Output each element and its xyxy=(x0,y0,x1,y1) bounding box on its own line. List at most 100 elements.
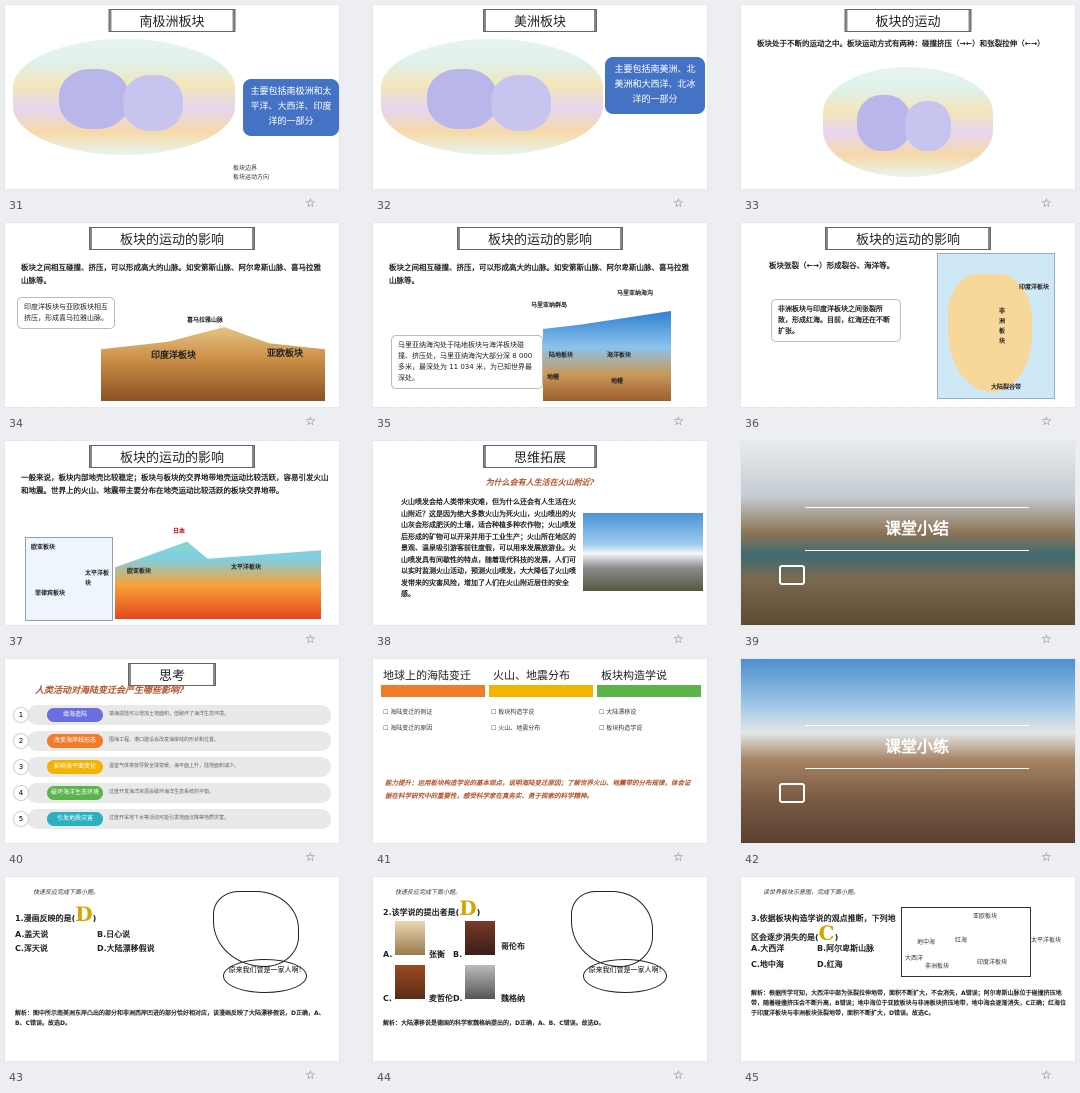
label-pacific-plate: 太平洋板块 xyxy=(1031,937,1062,944)
world-plate-map xyxy=(381,39,603,155)
star-icon[interactable]: ☆ xyxy=(673,414,684,428)
slide-32[interactable]: 美洲板块 主要包括南美洲、北美洲和大西洋、北冰洋的一部分 32 ☆ xyxy=(373,5,707,221)
option-d: D.红海 xyxy=(817,960,843,969)
slide-title: 板块的运动的影响 xyxy=(88,445,256,468)
list-item: ☐ 板块构造学说 xyxy=(491,709,535,716)
slide-31[interactable]: 南极洲板块 主要包括南极洲和太平洋、大西洋、印度洋的一部分 板块边界 板块运动方… xyxy=(5,5,339,221)
screen-icon xyxy=(779,565,805,585)
slide-35[interactable]: 板块的运动的影响 板块之间相互碰撞、挤压，可以形成高大的山脉。如安第斯山脉、阿尔… xyxy=(373,223,707,439)
option-d: D.大陆漂移假说 xyxy=(97,944,155,953)
star-icon[interactable]: ☆ xyxy=(673,850,684,864)
label-african-plate: 非洲板块 xyxy=(925,963,950,970)
letter-d: D. xyxy=(453,994,463,1003)
label-eurasian-plate-map: 欧亚板块 xyxy=(31,544,56,551)
label-japan: 日本 xyxy=(173,528,186,535)
himalaya-diagram xyxy=(101,327,325,401)
slide-45[interactable]: 读世界板块示意图，完成下面小题。 3.依据板块构造学说的观点推断，下列地区会逐步… xyxy=(741,877,1075,1093)
list-item: ☐ 海陆变迁的例证 xyxy=(383,709,433,716)
slide-43[interactable]: 快速反应完成下面小题。 1.漫画反映的是(D) A.盖天说 B.日心说 C.浑天… xyxy=(5,877,339,1093)
list-item: 4 破坏海洋生态环境 过度开发海洋资源会破坏海洋生态系统的平衡。 xyxy=(13,783,331,803)
slide-number: 40 xyxy=(9,853,23,866)
slide-number: 45 xyxy=(745,1071,759,1084)
section-banner: 课堂小结 xyxy=(805,507,1029,551)
slide-title: 思维拓展 xyxy=(482,445,598,468)
label-indian-plate: 印度洋板块 xyxy=(151,351,197,361)
label-eurasian-plate: 亚欧板块 xyxy=(973,913,998,920)
item-label: 填海造陆 xyxy=(47,708,103,722)
slide-33[interactable]: 板块的运动 板块处于不断的运动之中。板块运动方式有两种：碰撞挤压（→←）和张裂拉… xyxy=(741,5,1075,221)
label-mariana-trench: 马里亚纳海沟 xyxy=(617,290,654,297)
star-icon[interactable]: ☆ xyxy=(1041,632,1052,646)
slide-number: 41 xyxy=(377,853,391,866)
label-indian-plate: 印度洋板块 xyxy=(1019,284,1050,291)
slide-number: 36 xyxy=(745,417,759,430)
header-bar-1 xyxy=(381,685,485,697)
slide-38[interactable]: 思维拓展 为什么会有人生活在火山附近? 火山喷发会给人类带来灾难，但为什么还会有… xyxy=(373,441,707,657)
header-bar-3 xyxy=(597,685,701,697)
list-item: ☐ 海陆变迁的原因 xyxy=(383,725,433,732)
question: 3.依据板块构造学说的观点推断，下列地区会逐步消失的是(C) xyxy=(751,914,896,945)
section-banner: 课堂小练 xyxy=(805,725,1029,769)
label-himalaya: 喜马拉雅山脉 xyxy=(187,317,224,324)
star-icon[interactable]: ☆ xyxy=(673,196,684,210)
slide-44[interactable]: 快速反应完成下面小题。 2.该学说的提出者是(D) A. 张衡 B. 哥伦布 C… xyxy=(373,877,707,1093)
label-mariana-islands: 马里亚纳群岛 xyxy=(531,302,568,309)
list-item: ☐ 大陆漂移说 xyxy=(599,709,637,716)
item-number: 1 xyxy=(13,707,29,723)
slide-37[interactable]: 板块的运动的影响 一般来说，板块内部地壳比较稳定；板块与板块的交界地带地壳运动比… xyxy=(5,441,339,657)
slide-number: 34 xyxy=(9,417,23,430)
label-african-plate: 非洲板块 xyxy=(999,308,1006,345)
star-icon[interactable]: ☆ xyxy=(305,196,316,210)
slide-number: 37 xyxy=(9,635,23,648)
slide-number: 43 xyxy=(9,1071,23,1084)
item-desc: 过度开发海洋资源会破坏海洋生态系统的平衡。 xyxy=(109,789,215,795)
africa-map xyxy=(937,253,1055,399)
item-desc: 填海造陆可以增加土地面积，但破坏了海洋生态环境。 xyxy=(109,711,230,717)
speech-bubble: 原来我们曾是一家人啊! xyxy=(583,959,667,993)
star-icon[interactable]: ☆ xyxy=(1041,414,1052,428)
label-rift: 大陆裂谷带 xyxy=(991,384,1022,391)
option-a: A.大西洋 xyxy=(751,944,785,953)
slide-subtitle: 人类活动对海陆变迁会产生哪些影响? xyxy=(35,686,185,696)
note-box: 马里亚纳海沟处于陆地板块与海洋板块碰撞、挤压处，马里亚纳海沟大部分深 8 000… xyxy=(391,335,543,389)
label-philippine-plate: 菲律宾板块 xyxy=(35,590,66,597)
name-a: 张衡 xyxy=(429,950,445,959)
label-eurasian-plate: 亚欧板块 xyxy=(267,349,304,359)
callout: 主要包括南美洲、北美洲和大西洋、北冰洋的一部分 xyxy=(605,57,705,114)
label-mediterranean: 地中海 xyxy=(917,939,936,946)
ability-goal: 能力提升：运用板块构造学说的基本观点，说明海陆变迁原因；了解世界火山、地震带的分… xyxy=(385,779,691,800)
star-icon[interactable]: ☆ xyxy=(305,850,316,864)
slide-number: 42 xyxy=(745,853,759,866)
answer-letter: D xyxy=(75,902,93,926)
star-icon[interactable]: ☆ xyxy=(305,632,316,646)
list-item: 1 填海造陆 填海造陆可以增加土地面积，但破坏了海洋生态环境。 xyxy=(13,705,331,725)
item-desc: 围海工程、港口建设会改变海岸线的形状和位置。 xyxy=(109,737,220,743)
slide-36[interactable]: 板块的运动的影响 板块张裂（←→）形成裂谷、海洋等。 非洲板块与印度洋板块之间张… xyxy=(741,223,1075,439)
analysis: 解析：根据所学可知，大西洋中部为张裂拉伸地带，面积不断扩大，不会消失，A错误；阿… xyxy=(751,990,1066,1017)
slide-text: 一般来说，板块内部地壳比较稳定；板块与板块的交界地带地壳运动比较活跃，容易引发火… xyxy=(21,473,329,495)
item-label: 破坏海洋生态环境 xyxy=(47,786,103,800)
list-item: 5 引发地质灾害 过度开采地下水等活动可能引发地面沉降等地质灾害。 xyxy=(13,809,331,829)
item-label: 改变海岸线形态 xyxy=(47,734,103,748)
slide-39[interactable]: 课堂小结 39 ☆ xyxy=(741,441,1075,657)
slide-number: 35 xyxy=(377,417,391,430)
analysis: 解析：图中所示南美洲东岸凸出的部分和非洲西岸凹进的部分恰好相对应，该漫画反映了大… xyxy=(15,1010,325,1027)
name-d: 魏格纳 xyxy=(501,994,525,1003)
star-icon[interactable]: ☆ xyxy=(1041,196,1052,210)
slide-34[interactable]: 板块的运动的影响 板块之间相互碰撞、挤压，可以形成高大的山脉。如安第斯山脉、阿尔… xyxy=(5,223,339,439)
portrait-magellan xyxy=(395,965,425,999)
portrait-wegener xyxy=(465,965,495,999)
label-pacific-plate: 太平洋板块 xyxy=(231,564,262,571)
list-item: ☐ 火山、地震分布 xyxy=(491,725,541,732)
continent-cartoon xyxy=(213,891,299,967)
star-icon[interactable]: ☆ xyxy=(1041,850,1052,864)
slide-40[interactable]: 思考 人类活动对海陆变迁会产生哪些影响? 1 填海造陆 填海造陆可以增加土地面积… xyxy=(5,659,339,875)
world-plate-map xyxy=(823,67,993,177)
note-box: 印度洋板块与亚欧板块相互挤压，形成喜马拉雅山脉。 xyxy=(17,297,115,329)
slide-42[interactable]: 课堂小练 42 ☆ xyxy=(741,659,1075,875)
label-red-sea: 红海 xyxy=(955,937,968,944)
slide-text: 板块之间相互碰撞、挤压，可以形成高大的山脉。如安第斯山脉、阿尔卑斯山脉、喜马拉雅… xyxy=(389,263,689,285)
star-icon[interactable]: ☆ xyxy=(305,414,316,428)
star-icon[interactable]: ☆ xyxy=(673,632,684,646)
slide-41[interactable]: 地球上的海陆变迁 火山、地震分布 板块构造学说 ☐ 海陆变迁的例证 ☐ 海陆变迁… xyxy=(373,659,707,875)
